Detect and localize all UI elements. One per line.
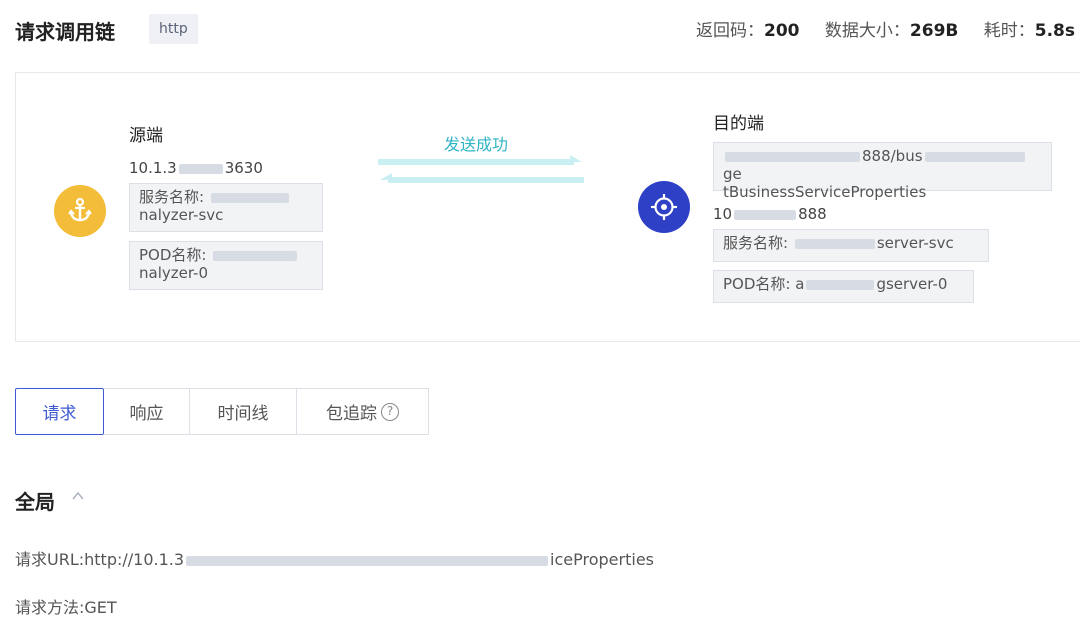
call-chain-panel: 源端 10.1.3 3630 服务名称: nalyzer-svc POD名称: n… [15,72,1080,342]
source-pod-label: POD名称: [139,246,212,264]
redacted-mask [794,238,875,249]
tab-timeline[interactable]: 时间线 [190,388,297,435]
target-icon [651,194,677,220]
request-url: 请求URL:http://10.1.3 iceProperties [15,546,654,570]
page-title: 请求调用链 [15,20,115,44]
redacted-mask [806,279,875,290]
source-ip-prefix: 10.1.3 [129,159,177,177]
redacted-mask [178,163,223,174]
destination-service-label: 服务名称: [723,234,793,252]
destination-ip: 10 888 [713,205,827,223]
redacted-mask [924,151,1025,162]
destination-pod-label: POD名称: [723,275,796,293]
destination-url-mid: 888/bus [862,147,923,165]
tab-packet-trace-label: 包追踪 [326,404,377,424]
source-service-tail: nalyzer-svc [139,206,224,224]
destination-node[interactable] [638,181,690,233]
chevron-up-icon[interactable] [72,490,84,502]
destination-ip-prefix: 10 [713,205,733,223]
source-service-box: 服务名称: nalyzer-svc [129,183,323,232]
source-ip-suffix: 3630 [224,159,263,177]
redacted-mask [725,151,860,162]
destination-ip-suffix: 888 [798,205,827,223]
flow-arrows [378,155,584,183]
return-code-label: 返回码： [696,21,764,41]
flow-status: 发送成功 [444,135,509,154]
tab-response[interactable]: 响应 [104,388,190,435]
protocol-tag: http [149,14,198,44]
destination-pod-prefix: a [795,275,805,293]
help-icon[interactable]: ? [381,402,399,421]
destination-service-box: 服务名称: server-svc [713,229,989,262]
destination-pod-box: POD名称: a gserver-0 [713,270,974,303]
destination-label: 目的端 [713,114,764,134]
destination-url-end: ge [723,165,742,183]
duration-value: 5.8s [1034,21,1075,41]
return-code-value: 200 [764,21,800,41]
redacted-mask [186,555,549,566]
source-ip: 10.1.3 3630 [129,159,263,177]
source-node[interactable] [54,185,106,237]
detail-tabs: 请求 响应 时间线 包追踪? [15,388,429,435]
request-url-label: 请求URL:http://10.1.3 [15,550,185,569]
tab-request[interactable]: 请求 [15,388,104,435]
redacted-mask [213,250,298,261]
stats-bar: 返回码：200 数据大小：269B 耗时：5.8s [696,16,1075,41]
anchor-icon [68,197,92,222]
source-label: 源端 [129,126,163,146]
source-pod-box: POD名称: nalyzer-0 [129,241,323,290]
tab-packet-trace[interactable]: 包追踪? [297,388,429,435]
duration-label: 耗时： [983,21,1035,41]
destination-url-tail: tBusinessServiceProperties [723,183,927,201]
header: 请求调用链 http 返回码：200 数据大小：269B 耗时：5.8s [15,12,1075,46]
destination-pod-tail: gserver-0 [876,275,948,293]
destination-service-tail: server-svc [876,234,954,252]
request-method: 请求方法:GET [15,598,117,617]
redacted-mask [210,192,289,203]
source-service-label: 服务名称: [139,188,209,206]
data-size-label: 数据大小： [824,21,910,41]
data-size-value: 269B [909,21,959,41]
source-pod-tail: nalyzer-0 [139,264,209,282]
global-section-title: 全局 [15,490,55,514]
redacted-mask [734,209,797,220]
request-url-tail: iceProperties [550,550,654,569]
destination-url-box: 888/bus ge tBusinessServiceProperties [713,142,1052,201]
